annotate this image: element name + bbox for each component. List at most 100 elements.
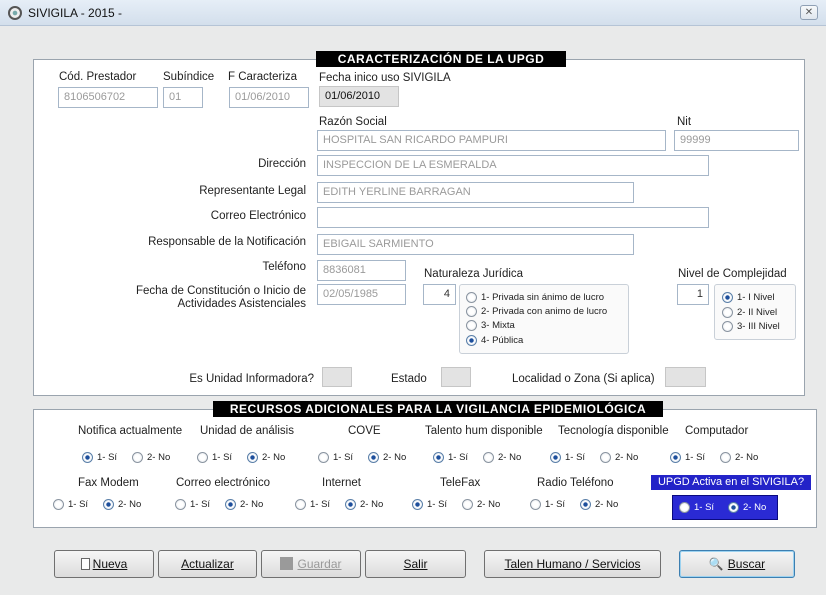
radio-icon <box>295 499 306 510</box>
recurso-no-radio[interactable]: 2- No <box>103 499 141 510</box>
radio-icon <box>679 502 690 513</box>
nivel-code-field[interactable]: 1 <box>677 284 709 305</box>
nueva-button[interactable]: Nueva <box>54 550 154 578</box>
window-title: SIVIGILA - 2015 - <box>28 6 123 20</box>
recurso-no-radio[interactable]: 2- No <box>483 452 521 463</box>
naturaleza-code-field[interactable]: 4 <box>423 284 456 305</box>
buscar-button[interactable]: 🔍 Buscar <box>679 550 795 578</box>
nit-label: Nit <box>677 116 692 128</box>
radio-icon <box>53 499 64 510</box>
cod-prestador-field[interactable]: 8106506702 <box>58 87 158 108</box>
radio-icon <box>722 307 733 318</box>
fecha-constitucion-label-1: Fecha de Constitución o Inicio de <box>135 285 306 297</box>
nivel-option-radio[interactable]: 1- I Nivel <box>722 292 774 303</box>
localidad-field[interactable] <box>665 367 706 387</box>
upgd-activa-no-radio[interactable]: 2- No <box>728 502 766 513</box>
telefono-label: Teléfono <box>262 261 306 273</box>
unidad-informadora-field[interactable] <box>322 367 352 387</box>
responsable-field[interactable]: EBIGAIL SARMIENTO <box>317 234 634 255</box>
radio-icon <box>466 292 477 303</box>
recurso-label: Computador <box>685 425 749 437</box>
naturaleza-option-radio[interactable]: 2- Privada con animo de lucro <box>466 306 607 317</box>
nivel-option-radio[interactable]: 2- II Nivel <box>722 307 777 318</box>
recurso-si-radio[interactable]: 1- Sí <box>318 452 353 463</box>
guardar-button[interactable]: Guardar <box>261 550 361 578</box>
radio-icon <box>722 292 733 303</box>
radio-icon <box>530 499 541 510</box>
recurso-label: COVE <box>348 425 381 437</box>
recurso-no-radio[interactable]: 2- No <box>600 452 638 463</box>
naturaleza-option-radio[interactable]: 3- Mixta <box>466 320 515 331</box>
binoculars-icon: 🔍 <box>708 557 724 571</box>
subindice-field[interactable]: 01 <box>163 87 203 108</box>
unidad-informadora-label: Es Unidad Informadora? <box>189 373 314 385</box>
telefono-field[interactable]: 8836081 <box>317 260 406 281</box>
radio-icon <box>580 499 591 510</box>
f-caracteriza-field[interactable]: 01/06/2010 <box>229 87 309 108</box>
upgd-activa-radio-group: 1- Sí 2- No <box>672 495 778 520</box>
radio-icon <box>728 502 739 513</box>
radio-icon <box>722 321 733 332</box>
radio-icon <box>433 452 444 463</box>
recurso-label: Fax Modem <box>78 477 139 489</box>
nit-field[interactable]: 99999 <box>674 130 799 151</box>
razon-social-field[interactable]: HOSPITAL SAN RICARDO PAMPURI <box>317 130 666 151</box>
recurso-no-radio[interactable]: 2- No <box>225 499 263 510</box>
nivel-option-radio[interactable]: 3- III Nivel <box>722 321 780 332</box>
recurso-si-radio[interactable]: 1- Sí <box>412 499 447 510</box>
nivel-label: Nivel de Complejidad <box>678 268 787 280</box>
recurso-si-radio[interactable]: 1- Sí <box>670 452 705 463</box>
recurso-no-radio[interactable]: 2- No <box>345 499 383 510</box>
recurso-si-radio[interactable]: 1- Sí <box>53 499 88 510</box>
correo-field[interactable] <box>317 207 709 228</box>
actualizar-button[interactable]: Actualizar <box>158 550 257 578</box>
recurso-si-radio[interactable]: 1- Sí <box>550 452 585 463</box>
recurso-si-radio[interactable]: 1- Sí <box>82 452 117 463</box>
radio-icon <box>412 499 423 510</box>
representante-label: Representante Legal <box>199 185 306 197</box>
radio-icon <box>197 452 208 463</box>
recurso-label: Internet <box>322 477 361 489</box>
naturaleza-label: Naturaleza Jurídica <box>424 268 524 280</box>
recurso-no-radio[interactable]: 2- No <box>132 452 170 463</box>
recurso-si-radio[interactable]: 1- Sí <box>433 452 468 463</box>
naturaleza-option-radio[interactable]: 4- Pública <box>466 335 523 346</box>
estado-label: Estado <box>391 373 427 385</box>
app-icon <box>8 6 22 20</box>
upgd-activa-label: UPGD Activa en el SIVIGILA? <box>651 475 811 490</box>
radio-icon <box>132 452 143 463</box>
radio-icon <box>247 452 258 463</box>
recurso-no-radio[interactable]: 2- No <box>247 452 285 463</box>
recurso-si-radio[interactable]: 1- Sí <box>175 499 210 510</box>
radio-icon <box>466 306 477 317</box>
recurso-label: Unidad de análisis <box>200 425 294 437</box>
close-icon[interactable]: ✕ <box>800 5 818 20</box>
fecha-constitucion-field[interactable]: 02/05/1985 <box>317 284 406 305</box>
f-caracteriza-label: F Caracteriza <box>228 71 298 83</box>
estado-field[interactable] <box>441 367 471 387</box>
radio-icon <box>175 499 186 510</box>
title-bar: SIVIGILA - 2015 - ✕ <box>0 0 826 26</box>
naturaleza-option-radio[interactable]: 1- Privada sin ánimo de lucro <box>466 292 604 303</box>
recurso-si-radio[interactable]: 1- Sí <box>295 499 330 510</box>
recurso-no-radio[interactable]: 2- No <box>720 452 758 463</box>
fecha-constitucion-label-2: Actividades Asistenciales <box>177 298 306 310</box>
cod-prestador-label: Cód. Prestador <box>59 71 137 83</box>
recurso-no-radio[interactable]: 2- No <box>462 499 500 510</box>
recurso-si-radio[interactable]: 1- Sí <box>530 499 565 510</box>
recurso-no-radio[interactable]: 2- No <box>368 452 406 463</box>
radio-icon <box>600 452 611 463</box>
recurso-no-radio[interactable]: 2- No <box>580 499 618 510</box>
representante-field[interactable]: EDITH YERLINE BARRAGAN <box>317 182 634 203</box>
radio-icon <box>720 452 731 463</box>
razon-social-label: Razón Social <box>319 116 387 128</box>
new-page-icon <box>80 558 90 570</box>
radio-icon <box>550 452 561 463</box>
salir-button[interactable]: Salir <box>365 550 466 578</box>
upgd-activa-si-radio[interactable]: 1- Sí <box>679 502 714 513</box>
recurso-si-radio[interactable]: 1- Sí <box>197 452 232 463</box>
talento-humano-button[interactable]: Talen Humano / Servicios <box>484 550 661 578</box>
radio-icon <box>318 452 329 463</box>
radio-icon <box>368 452 379 463</box>
direccion-field[interactable]: INSPECCION DE LA ESMERALDA <box>317 155 709 176</box>
